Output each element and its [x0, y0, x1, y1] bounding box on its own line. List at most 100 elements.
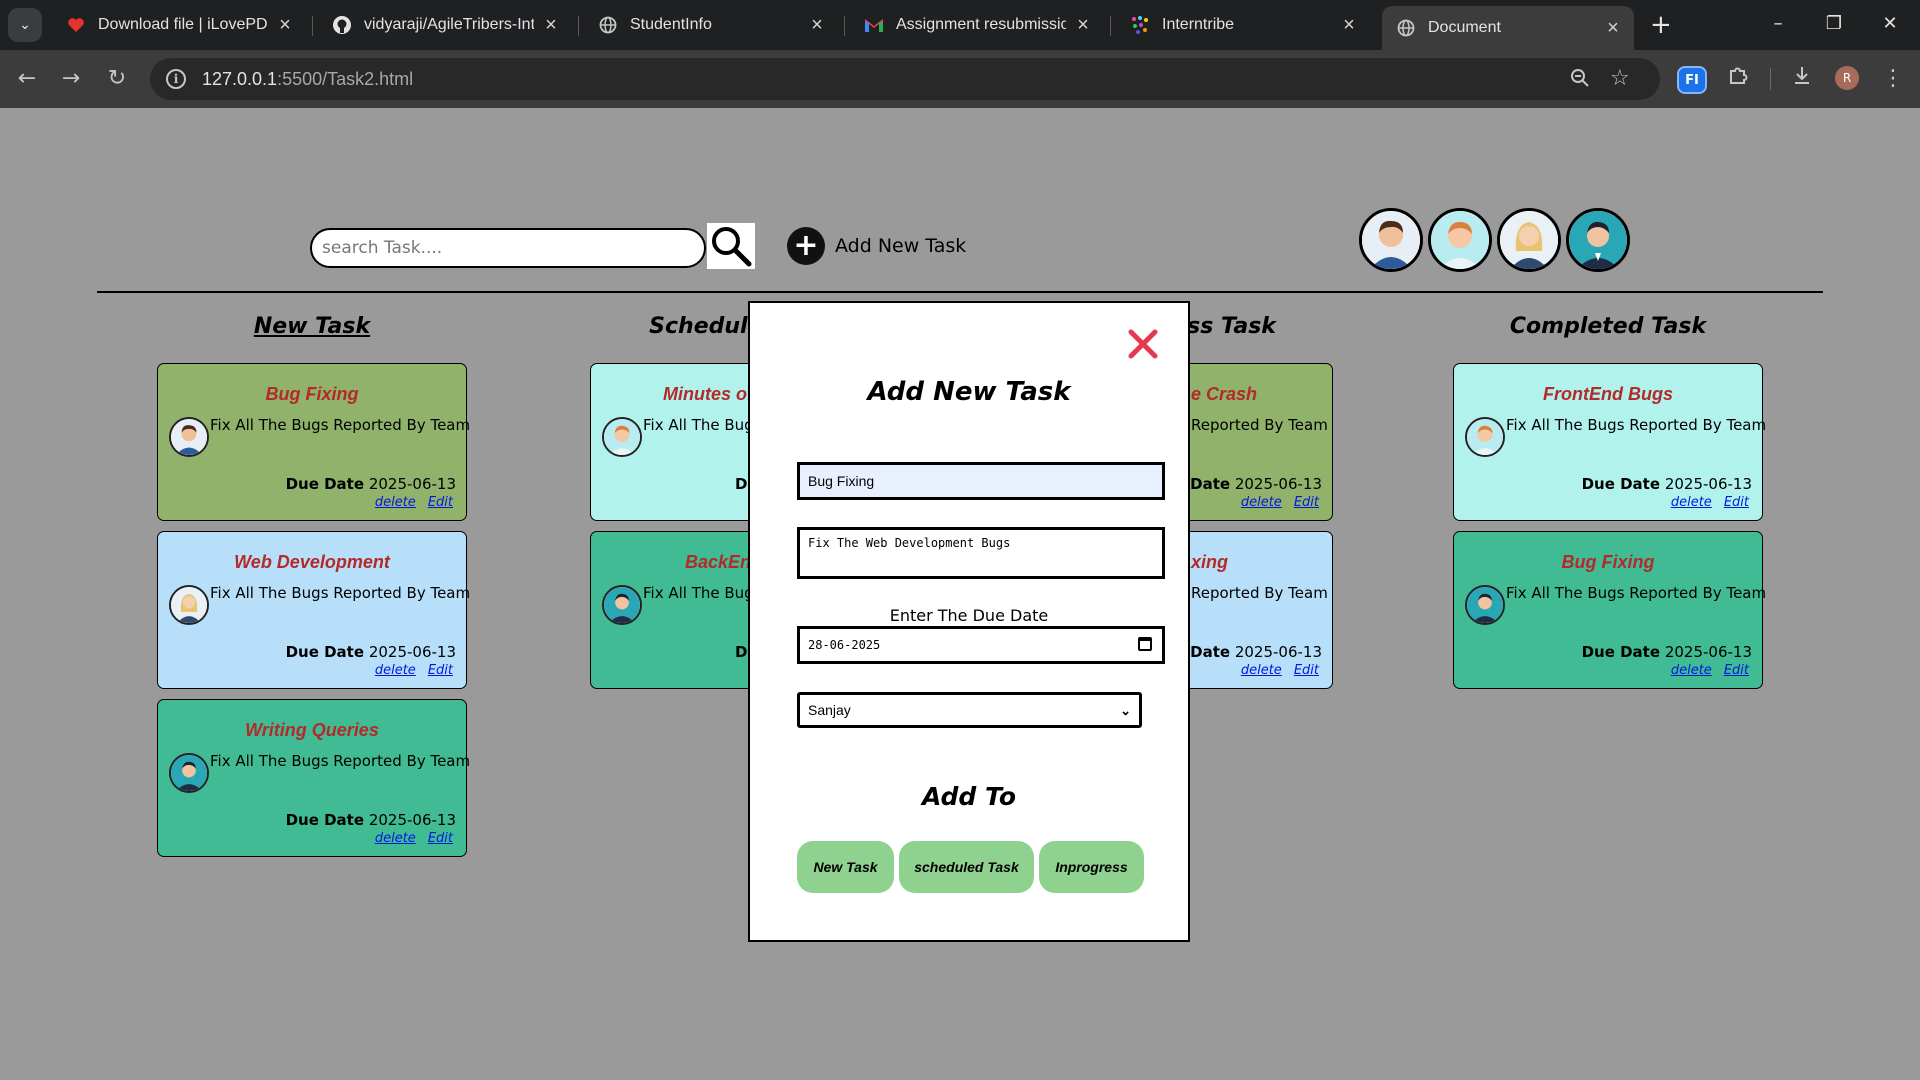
extensions-puzzle-icon[interactable]: [1722, 64, 1754, 95]
tab-separator: [312, 16, 313, 36]
assignee-select[interactable]: Sanjay ⌄: [797, 692, 1142, 728]
column-title-completed-task: Completed Task: [1509, 314, 1707, 339]
menu-kebab-icon[interactable]: ⋮: [1877, 64, 1909, 94]
due-date-label: Enter The Due Date: [889, 606, 1049, 625]
url-text: 127.0.0.1:5500/Task2.html: [202, 68, 414, 89]
close-icon[interactable]: ×: [808, 14, 826, 37]
window-close-icon[interactable]: ✕: [1870, 8, 1910, 40]
task-due-date: Due Date 2025-06-13: [1581, 475, 1752, 493]
download-icon[interactable]: [1786, 64, 1818, 95]
bookmark-star-icon[interactable]: ☆: [1610, 66, 1630, 91]
tab-title: Assignment resubmission c: [896, 16, 1066, 33]
delete-link[interactable]: delete: [375, 663, 416, 678]
tab-separator: [1110, 16, 1111, 36]
task-description: Reported By Team: [1191, 584, 1328, 602]
modal-title: Add New Task: [867, 377, 1071, 407]
task-title: FrontEnd Bugs: [1543, 384, 1673, 404]
toolbar-separator: [1770, 68, 1771, 90]
delete-link[interactable]: delete: [1671, 495, 1712, 510]
edit-link[interactable]: Edit: [1724, 663, 1749, 678]
profile-avatar[interactable]: R: [1835, 66, 1859, 90]
man-avatar[interactable]: [1359, 208, 1423, 272]
tab-search-icon[interactable]: ⌄: [8, 8, 42, 42]
delete-link[interactable]: delete: [1241, 495, 1282, 510]
add-to-scheduled-task-button[interactable]: scheduled Task: [899, 841, 1034, 893]
edit-link[interactable]: Edit: [428, 495, 453, 510]
task-title: Bug Fixing: [1561, 552, 1655, 572]
tab-studentinfo[interactable]: StudentInfo ×: [584, 6, 838, 44]
task-description: Fix All The Bugs Reported By Team: [210, 584, 471, 602]
red-hair-man-avatar[interactable]: [1428, 208, 1492, 272]
extension-fi-icon[interactable]: FI: [1677, 66, 1707, 94]
tab-interntribe[interactable]: Interntribe ×: [1116, 6, 1370, 44]
edit-link[interactable]: Edit: [428, 831, 453, 846]
calendar-icon[interactable]: [1138, 637, 1152, 651]
edit-link[interactable]: Edit: [428, 663, 453, 678]
close-icon[interactable]: ×: [1340, 14, 1358, 37]
red-hair-man-avatar: [602, 417, 642, 457]
forward-arrow-icon[interactable]: →: [56, 64, 86, 94]
tab-separator: [844, 16, 845, 36]
add-new-task-label: Add New Task: [835, 235, 967, 257]
globe-icon: [598, 15, 618, 35]
address-bar[interactable]: i 127.0.0.1:5500/Task2.html ☆: [150, 58, 1660, 100]
search-task-input[interactable]: [310, 228, 706, 268]
close-icon[interactable]: ×: [1074, 14, 1092, 37]
suited-man-avatar[interactable]: [1566, 208, 1630, 272]
new-tab-plus-icon[interactable]: +: [1650, 10, 1672, 40]
site-info-icon[interactable]: i: [166, 69, 186, 89]
tab-document[interactable]: Document ×: [1382, 6, 1634, 50]
task-actions: delete Edit: [363, 831, 453, 846]
restore-icon[interactable]: ❐: [1814, 8, 1854, 40]
task-description: Fix All The Bugs Reported By Team: [1506, 416, 1767, 434]
tab-title: Interntribe: [1162, 16, 1235, 33]
delete-link[interactable]: delete: [1671, 663, 1712, 678]
task-due-date: Due Date 2025-06-13: [285, 475, 456, 493]
minimize-icon[interactable]: –: [1758, 8, 1798, 40]
edit-link[interactable]: Edit: [1294, 663, 1319, 678]
add-to-new-task-button[interactable]: New Task: [797, 841, 894, 893]
due-date-input[interactable]: 28-06-2025: [797, 626, 1165, 664]
back-arrow-icon[interactable]: ←: [12, 64, 42, 94]
close-icon[interactable]: ×: [542, 14, 560, 37]
red-hair-man-avatar: [1465, 417, 1505, 457]
blonde-woman-avatar[interactable]: [1497, 208, 1561, 272]
heart-icon: [66, 15, 86, 35]
tab-gmail[interactable]: Assignment resubmission c ×: [850, 6, 1104, 44]
tab-title: StudentInfo: [630, 16, 712, 33]
add-to-inprogress-button[interactable]: Inprogress: [1039, 841, 1144, 893]
task-description: Fix All The Bugs Reported By Team: [210, 752, 471, 770]
close-icon[interactable]: ×: [1604, 17, 1622, 40]
delete-link[interactable]: delete: [375, 495, 416, 510]
magnifier-icon: [712, 227, 752, 267]
suited-man-avatar: [169, 753, 209, 793]
tab-ilovepdf[interactable]: Download file | iLovePDF ×: [52, 6, 306, 44]
search-button[interactable]: [707, 223, 755, 269]
task-card: FrontEnd Bugs Fix All The Bugs Reported …: [1453, 363, 1767, 521]
task-title: Web Development: [234, 552, 390, 572]
edit-link[interactable]: Edit: [1724, 495, 1749, 510]
assignee-value: Sanjay: [808, 702, 851, 718]
delete-link[interactable]: delete: [1241, 663, 1282, 678]
task-actions: delete Edit: [363, 495, 453, 510]
task-description-textarea[interactable]: Fix The Web Development Bugs: [797, 527, 1165, 579]
chevron-down-icon: ⌄: [1120, 703, 1131, 718]
close-icon[interactable]: [1126, 327, 1160, 361]
zoom-out-icon[interactable]: [1570, 68, 1590, 93]
reload-icon[interactable]: ↻: [102, 64, 132, 94]
task-description: Fix All The Bugs Reported By Team: [210, 416, 471, 434]
task-card: Web Development Fix All The Bugs Reporte…: [157, 531, 471, 689]
task-due-date: Due Date 2025-06-13: [285, 811, 456, 829]
column-title-new-task: New Task: [253, 314, 371, 339]
edit-link[interactable]: Edit: [1294, 495, 1319, 510]
task-description: Reported By Team: [1191, 416, 1328, 434]
add-to-heading: Add To: [921, 782, 1017, 811]
add-new-task-button[interactable]: + Add New Task: [787, 226, 966, 266]
suited-man-avatar: [1465, 585, 1505, 625]
tab-github[interactable]: vidyaraji/AgileTribers-Intern ×: [318, 6, 572, 44]
task-description: Fix All The Bugs: [643, 584, 762, 602]
task-card: Writing Queries Fix All The Bugs Reporte…: [157, 699, 471, 857]
delete-link[interactable]: delete: [375, 831, 416, 846]
close-icon[interactable]: ×: [276, 14, 294, 37]
task-name-input[interactable]: [797, 462, 1165, 500]
